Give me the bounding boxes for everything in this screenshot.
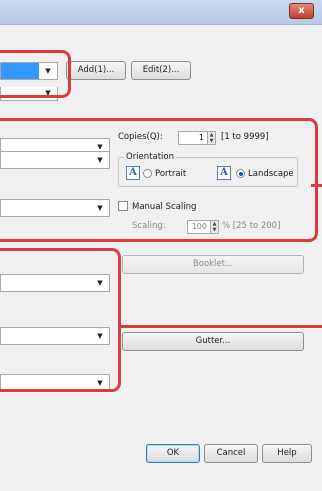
- gutter-button[interactable]: Gutter...: [122, 332, 304, 351]
- title-bar: x: [0, 0, 322, 25]
- edit-profile-button[interactable]: Edit(2)...: [131, 61, 191, 80]
- highlight-finishing: [0, 248, 121, 392]
- ok-button[interactable]: OK: [146, 444, 200, 463]
- highlight-orientation: [0, 118, 318, 242]
- callout-line-lower: [121, 325, 322, 328]
- callout-line-upper: [311, 184, 322, 187]
- highlight-profile: [0, 50, 71, 98]
- cancel-button[interactable]: Cancel: [204, 444, 258, 463]
- add-profile-button[interactable]: Add(1)...: [66, 61, 126, 80]
- close-icon: x: [298, 5, 305, 16]
- close-button[interactable]: x: [289, 3, 314, 19]
- booklet-button[interactable]: Booklet...: [122, 255, 304, 274]
- help-button[interactable]: Help: [262, 444, 312, 463]
